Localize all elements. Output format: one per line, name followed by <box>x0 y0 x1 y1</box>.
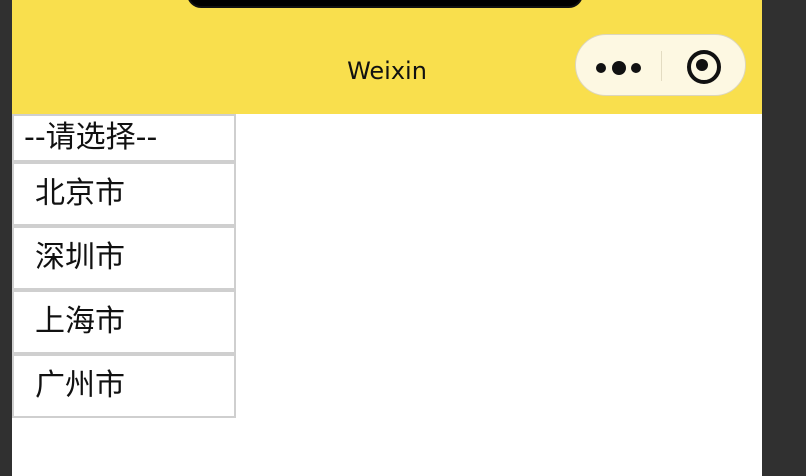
capsule-menu <box>575 34 746 96</box>
select-placeholder[interactable]: --请选择-- <box>12 114 236 162</box>
more-dots-icon-right <box>631 63 641 73</box>
select-option-beijing[interactable]: 北京市 <box>12 162 236 226</box>
select-option-shanghai[interactable]: 上海市 <box>12 290 236 354</box>
navigation-bar: Weixin <box>12 0 762 114</box>
close-button[interactable] <box>662 35 747 95</box>
more-button[interactable] <box>576 35 661 95</box>
more-dots-icon <box>596 63 606 73</box>
mini-program-page: Weixin --请选择-- 北京市 深圳市 上海市 广州市 <box>12 0 762 476</box>
device-notch <box>187 0 583 8</box>
more-dots-icon-center <box>612 61 626 75</box>
target-circle-icon-center <box>696 59 708 71</box>
city-select-list: --请选择-- 北京市 深圳市 上海市 广州市 <box>12 114 236 418</box>
select-option-shenzhen[interactable]: 深圳市 <box>12 226 236 290</box>
select-option-guangzhou[interactable]: 广州市 <box>12 354 236 418</box>
